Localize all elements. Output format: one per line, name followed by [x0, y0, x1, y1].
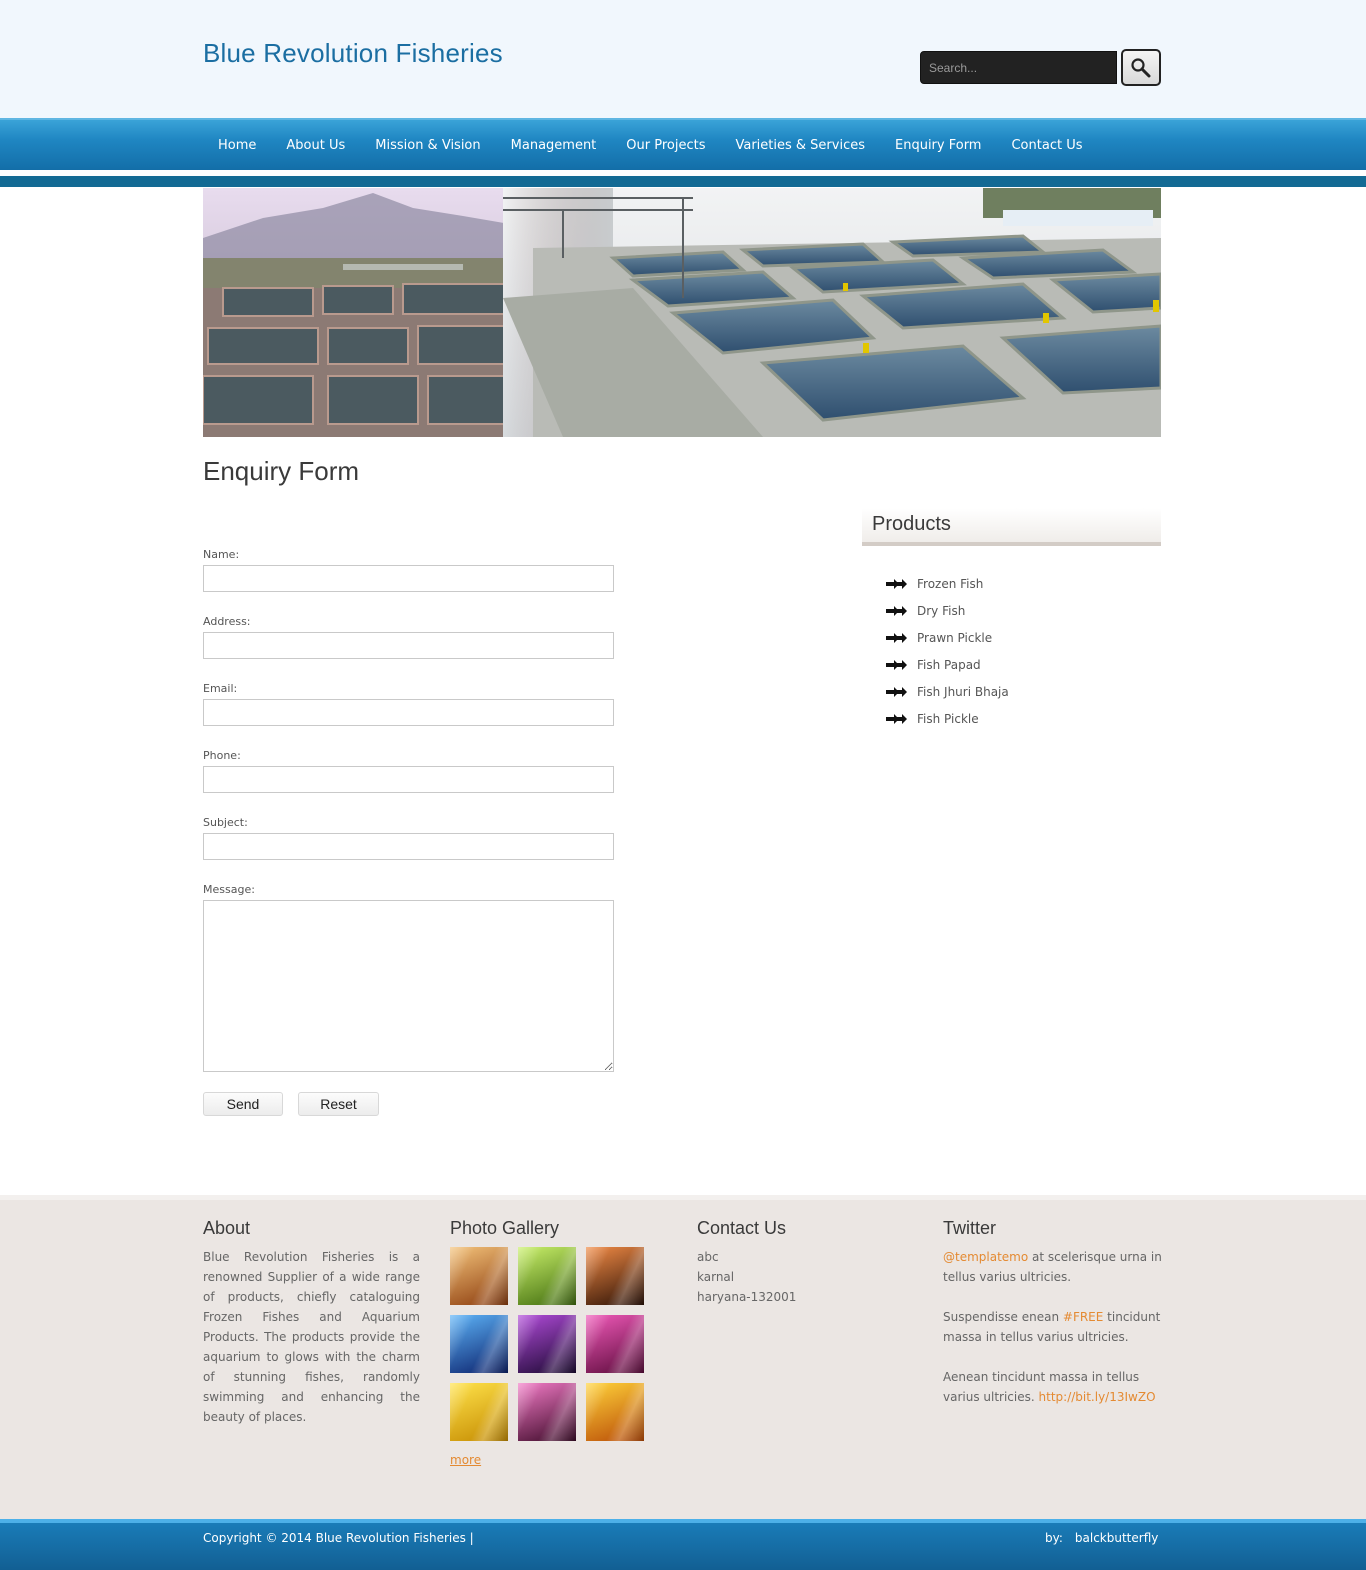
nav-item-mission-vision[interactable]: Mission & Vision — [360, 120, 495, 170]
twitter-heading: Twitter — [943, 1218, 997, 1238]
address-field[interactable] — [203, 632, 614, 659]
footer-gallery: Photo Gallery more — [450, 1218, 644, 1467]
banner-image — [203, 188, 1161, 437]
message-label: Message: — [203, 883, 255, 896]
gallery-heading: Photo Gallery — [450, 1218, 560, 1238]
gallery-thumbnail[interactable] — [450, 1383, 508, 1441]
credit-by: by: — [1045, 1531, 1063, 1545]
product-item-frozen-fish[interactable]: Frozen Fish — [886, 570, 1009, 597]
gallery-thumbnail[interactable] — [586, 1383, 644, 1441]
tweet: Aenean tincidunt massa in tellus varius … — [943, 1367, 1163, 1407]
nav-item-our-projects[interactable]: Our Projects — [611, 120, 720, 170]
contact-line: haryana-132001 — [697, 1290, 797, 1304]
name-label: Name: — [203, 548, 240, 561]
nav-item-enquiry-form[interactable]: Enquiry Form — [880, 120, 996, 170]
subject-label: Subject: — [203, 816, 248, 829]
product-item-fish-pickle[interactable]: Fish Pickle — [886, 705, 1009, 732]
product-label: Fish Jhuri Bhaja — [917, 684, 1009, 699]
subject-field[interactable] — [203, 833, 614, 860]
gallery-more-link[interactable]: more — [450, 1453, 481, 1467]
nav-item-home[interactable]: Home — [203, 120, 271, 170]
double-arrow-icon — [886, 659, 908, 670]
contact-line: abc — [697, 1250, 719, 1264]
contact-line: karnal — [697, 1270, 735, 1284]
product-item-fish-jhuri-bhaja[interactable]: Fish Jhuri Bhaja — [886, 678, 1009, 705]
magnifier-icon — [1131, 57, 1151, 77]
site-title[interactable]: Blue Revolution Fisheries — [203, 38, 503, 69]
product-item-prawn-pickle[interactable]: Prawn Pickle — [886, 624, 1009, 651]
nav-divider-stripe — [0, 176, 1366, 187]
site-header: Blue Revolution Fisheries — [0, 0, 1366, 118]
copyright-text: Copyright © 2014 Blue Revolution Fisheri… — [203, 1531, 474, 1545]
credit: by: balckbutterfly — [1045, 1531, 1158, 1545]
footer-contact: Contact Us abc karnal haryana-132001 — [697, 1218, 796, 1307]
reset-button[interactable]: Reset — [298, 1092, 379, 1116]
footer-twitter: Twitter @templatemo at scelerisque urna … — [943, 1218, 1163, 1427]
contact-heading: Contact Us — [697, 1218, 787, 1238]
gallery-thumbnail[interactable] — [518, 1383, 576, 1441]
about-heading: About — [203, 1218, 251, 1238]
tweet-hashtag-link[interactable]: #FREE — [1063, 1310, 1103, 1324]
gallery-thumbnail[interactable] — [586, 1247, 644, 1305]
email-label: Email: — [203, 682, 238, 695]
search-input[interactable] — [920, 51, 1117, 84]
main-nav: Home About Us Mission & Vision Managemen… — [0, 118, 1366, 170]
product-label: Fish Papad — [917, 657, 981, 672]
nav-item-management[interactable]: Management — [496, 120, 612, 170]
fish-farm-ponds-illustration — [203, 188, 1161, 437]
gallery-grid — [450, 1247, 644, 1441]
gallery-thumbnail[interactable] — [518, 1247, 576, 1305]
double-arrow-icon — [886, 605, 908, 616]
tweet-text: Suspendisse enean — [943, 1310, 1063, 1324]
search-button[interactable] — [1121, 49, 1161, 86]
phone-label: Phone: — [203, 749, 241, 762]
product-item-fish-papad[interactable]: Fish Papad — [886, 651, 1009, 678]
gallery-thumbnail[interactable] — [450, 1247, 508, 1305]
product-label: Fish Pickle — [917, 711, 979, 726]
gallery-thumbnail[interactable] — [450, 1315, 508, 1373]
name-field[interactable] — [203, 565, 614, 592]
email-field[interactable] — [203, 699, 614, 726]
tweet-mention-link[interactable]: @templatemo — [943, 1250, 1028, 1264]
nav-item-about-us[interactable]: About Us — [271, 120, 360, 170]
credit-name[interactable]: balckbutterfly — [1075, 1531, 1158, 1545]
tweet: @templatemo at scelerisque urna in tellu… — [943, 1247, 1163, 1287]
footer-about: About Blue Revolution Fisheries is a ren… — [203, 1218, 420, 1427]
products-heading: Products — [862, 508, 1161, 546]
products-list: Frozen Fish Dry Fish Prawn Pickle Fish P… — [886, 570, 1009, 732]
nav-item-contact-us[interactable]: Contact Us — [996, 120, 1097, 170]
double-arrow-icon — [886, 578, 908, 589]
tweet: Suspendisse enean #FREE tincidunt massa … — [943, 1307, 1163, 1347]
address-label: Address: — [203, 615, 251, 628]
nav-item-varieties-services[interactable]: Varieties & Services — [720, 120, 880, 170]
about-text: Blue Revolution Fisheries is a renowned … — [203, 1250, 420, 1424]
page-title: Enquiry Form — [203, 456, 360, 486]
product-label: Frozen Fish — [917, 576, 984, 591]
double-arrow-icon — [886, 686, 908, 697]
send-button[interactable]: Send — [203, 1092, 283, 1116]
tweet-url-link[interactable]: http://bit.ly/13IwZO — [1039, 1390, 1156, 1404]
product-label: Prawn Pickle — [917, 630, 993, 645]
product-label: Dry Fish — [917, 603, 966, 618]
message-field[interactable] — [203, 900, 614, 1072]
double-arrow-icon — [886, 713, 908, 724]
gallery-thumbnail[interactable] — [518, 1315, 576, 1373]
product-item-dry-fish[interactable]: Dry Fish — [886, 597, 1009, 624]
double-arrow-icon — [886, 632, 908, 643]
phone-field[interactable] — [203, 766, 614, 793]
gallery-thumbnail[interactable] — [586, 1315, 644, 1373]
